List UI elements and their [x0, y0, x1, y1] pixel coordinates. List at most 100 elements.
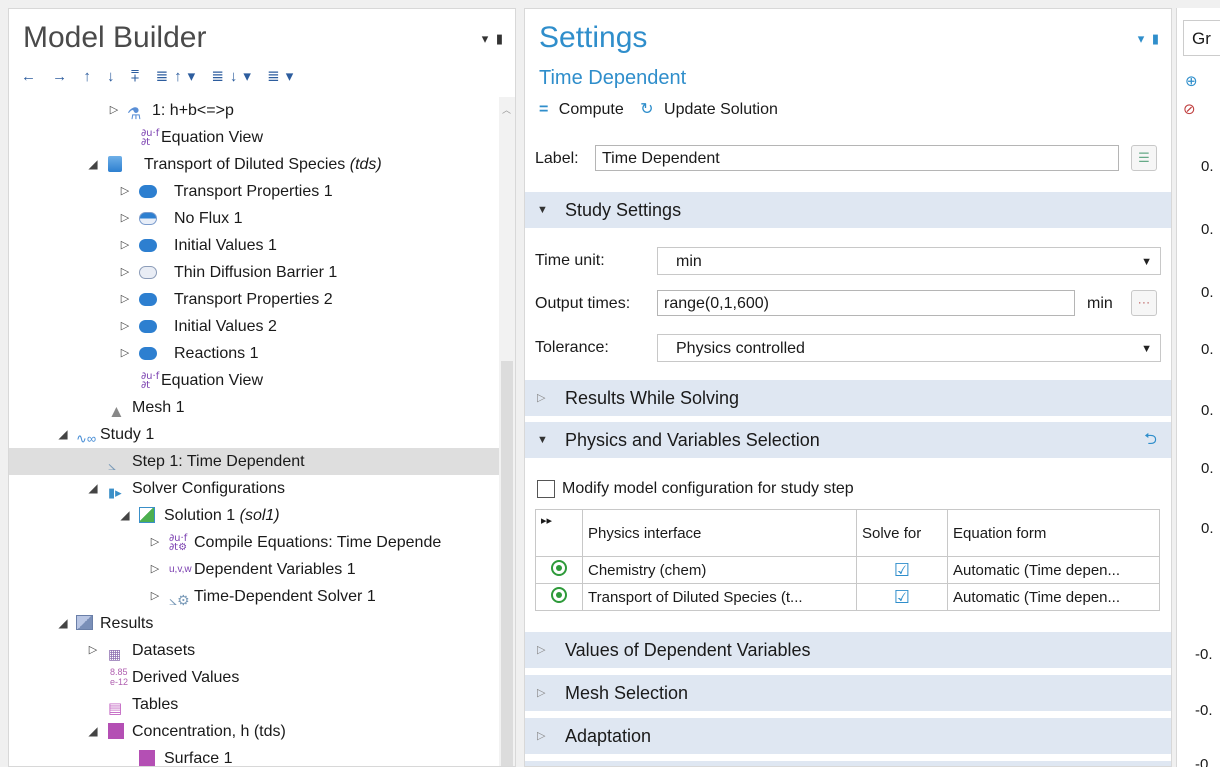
section-study-settings[interactable]: ▼ Study Settings: [525, 192, 1171, 228]
scroll-up-icon[interactable]: ︿: [502, 103, 511, 116]
section-next[interactable]: [525, 761, 1171, 766]
table-header-marker[interactable]: ▸▸: [535, 509, 583, 557]
time-dependent-solver-icon: ⦣⚙: [169, 592, 190, 608]
study-icon: ∿∞: [76, 431, 97, 446]
collapse-arrow-icon[interactable]: ◢: [87, 151, 99, 178]
tree-item-initial-values-2[interactable]: ▷ Initial Values 2: [9, 313, 499, 340]
section-values-dependent[interactable]: ▷ Values of Dependent Variables: [525, 632, 1171, 668]
tree-item-reaction[interactable]: ▷ ⚗ 1: h+b<=>p: [9, 97, 499, 124]
tree-item-compile-equations[interactable]: ▷ ∂u·f ∂t⚙ Compile Equations: Time Depend…: [9, 529, 499, 556]
expand-arrow-icon[interactable]: ▷: [149, 583, 161, 610]
tree-item-datasets[interactable]: ▷ ▦ Datasets: [9, 637, 499, 664]
tree-item-results[interactable]: ◢ Results: [9, 610, 499, 637]
table-header-row: ▸▸ Physics interface Solve for Equation …: [535, 509, 1160, 557]
compute-button[interactable]: = Compute: [539, 101, 630, 118]
expand-arrow-icon[interactable]: ▷: [119, 232, 131, 259]
tree-item-reactions-1[interactable]: ▷ Reactions 1: [9, 340, 499, 367]
tree-item-concentration-plot[interactable]: ◢ Concentration, h (tds): [9, 718, 499, 745]
panel-pin-icon[interactable]: ▾ ▮: [1138, 31, 1161, 47]
flask-icon: ⚗: [127, 106, 142, 123]
section-results-while-solving[interactable]: ▷ Results While Solving: [525, 380, 1171, 416]
modify-config-label: Modify model configuration for study ste…: [562, 480, 854, 497]
collapse-arrow-icon: ▼: [537, 204, 548, 216]
time-unit-select[interactable]: min ▼: [657, 247, 1161, 275]
boundary-feature-icon: [139, 266, 157, 279]
equation-form-cell[interactable]: Automatic (Time depen...: [947, 583, 1160, 611]
label-options-icon[interactable]: ☰: [1131, 145, 1157, 171]
tree-item-time-dependent-solver[interactable]: ▷ ⦣⚙ Time-Dependent Solver 1: [9, 583, 499, 610]
table-header-interface: Physics interface: [582, 509, 857, 557]
active-radio-icon: [551, 560, 567, 576]
expand-arrow-icon[interactable]: ▷: [149, 556, 161, 583]
expand-arrow-icon[interactable]: ▷: [119, 259, 131, 286]
modify-config-checkbox[interactable]: [537, 480, 555, 498]
solve-for-checkbox[interactable]: ☑: [856, 583, 948, 611]
dropdown-caret-icon: ▼: [1141, 343, 1152, 355]
tree-item-dependent-variables[interactable]: ▷ u,v,w Dependent Variables 1: [9, 556, 499, 583]
tolerance-select[interactable]: Physics controlled ▼: [657, 334, 1161, 362]
tree-item-tables[interactable]: ▤ Tables: [9, 691, 499, 718]
expand-arrow-icon[interactable]: ▷: [119, 178, 131, 205]
tree-item-solution[interactable]: ◢ Solution 1 (sol1): [9, 502, 499, 529]
section-adaptation[interactable]: ▷ Adaptation: [525, 718, 1171, 754]
update-solution-button[interactable]: ↻ Update Solution: [640, 101, 784, 118]
expand-arrow-icon[interactable]: ▷: [108, 97, 120, 124]
clear-selection-icon[interactable]: ⊘: [1183, 100, 1196, 118]
tree-item-step-time-dependent[interactable]: ⦣ Step 1: Time Dependent: [9, 448, 499, 475]
collapse-arrow-icon[interactable]: ◢: [57, 610, 69, 637]
tree-item-study[interactable]: ◢ ∿∞ Study 1: [9, 421, 499, 448]
collapse-arrow-icon[interactable]: ◢: [57, 421, 69, 448]
expand-arrow-icon[interactable]: ▷: [119, 313, 131, 340]
graphics-panel: Gr ⊕ ⊘ 0. 0. 0. 0. 0. 0. 0. -0. -0. -0.: [1176, 8, 1220, 767]
tree-item-surface[interactable]: Surface 1: [9, 745, 499, 766]
tree-item-no-flux[interactable]: ▷ No Flux 1: [9, 205, 499, 232]
axis-label: -0.: [1195, 646, 1213, 663]
expand-arrow-icon[interactable]: ▷: [119, 205, 131, 232]
range-editor-icon[interactable]: ⋯: [1131, 290, 1157, 316]
section-physics-selection[interactable]: ▼ Physics and Variables Selection ⮌: [525, 422, 1171, 458]
tree-scrollbar[interactable]: ︿: [499, 97, 515, 766]
time-dependent-step-icon: ⦣: [108, 457, 117, 473]
table-header-solve: Solve for: [856, 509, 948, 557]
settings-subtitle: Time Dependent: [539, 67, 687, 89]
expand-arrow-icon[interactable]: ▷: [87, 637, 99, 664]
expand-arrow-icon[interactable]: ▷: [149, 529, 161, 556]
label-input[interactable]: Time Dependent: [595, 145, 1119, 171]
tree-item-solver-configurations[interactable]: ◢ ▮▸ Solver Configurations: [9, 475, 499, 502]
expand-arrow-icon: ▷: [537, 644, 546, 656]
surface-plot-icon: [139, 750, 155, 766]
tolerance-label: Tolerance:: [535, 339, 609, 356]
zoom-icon[interactable]: ⊕: [1185, 72, 1198, 90]
table-row[interactable]: Chemistry (chem) ☑ Automatic (Time depen…: [535, 556, 1160, 584]
expand-arrow-icon[interactable]: ▷: [119, 286, 131, 313]
table-row[interactable]: Transport of Diluted Species (t... ☑ Aut…: [535, 583, 1160, 611]
graphics-tab[interactable]: Gr: [1183, 20, 1220, 56]
domain-feature-icon: [139, 320, 157, 333]
tree-item-transport-diluted[interactable]: ◢ Transport of Diluted Species (tds): [9, 151, 499, 178]
section-mesh-selection[interactable]: ▷ Mesh Selection: [525, 675, 1171, 711]
equation-view-icon: ∂u·f ∂t: [141, 128, 160, 148]
collapse-arrow-icon[interactable]: ◢: [87, 475, 99, 502]
output-times-input[interactable]: range(0,1,600): [657, 290, 1075, 316]
scrollbar-thumb[interactable]: [501, 361, 513, 766]
reset-icon[interactable]: ⮌: [1144, 422, 1157, 458]
equation-form-cell[interactable]: Automatic (Time depen...: [947, 556, 1160, 584]
panel-pin-icon[interactable]: ▾ ▮: [482, 31, 505, 47]
tree-item-equation-view-2[interactable]: ∂u·f ∂t Equation View: [9, 367, 499, 394]
solve-for-checkbox[interactable]: ☑: [856, 556, 948, 584]
model-builder-toolbar[interactable]: ← → ↑ ↓ ⩱ ≣↑▾ ≣↓▾ ≣▾: [21, 67, 299, 85]
checked-box-icon: ☑: [893, 586, 911, 607]
tree-item-transport-properties-2[interactable]: ▷ Transport Properties 2: [9, 286, 499, 313]
tree-item-initial-values-1[interactable]: ▷ Initial Values 1: [9, 232, 499, 259]
expand-arrow-icon[interactable]: ▷: [119, 340, 131, 367]
tree-item-equation-view[interactable]: ∂u·f ∂t Equation View: [9, 124, 499, 151]
results-icon: [76, 615, 93, 630]
collapse-arrow-icon[interactable]: ◢: [87, 718, 99, 745]
tree-item-mesh[interactable]: ▲ Mesh 1: [9, 394, 499, 421]
tree-item-thin-diffusion-barrier[interactable]: ▷ Thin Diffusion Barrier 1: [9, 259, 499, 286]
tree-item-transport-properties-1[interactable]: ▷ Transport Properties 1: [9, 178, 499, 205]
tree-item-derived-values[interactable]: 8.85 e-12 Derived Values: [9, 664, 499, 691]
collapse-arrow-icon[interactable]: ◢: [119, 502, 131, 529]
collapse-arrow-icon: ▼: [537, 434, 548, 446]
dependent-variables-icon: u,v,w: [169, 564, 192, 575]
